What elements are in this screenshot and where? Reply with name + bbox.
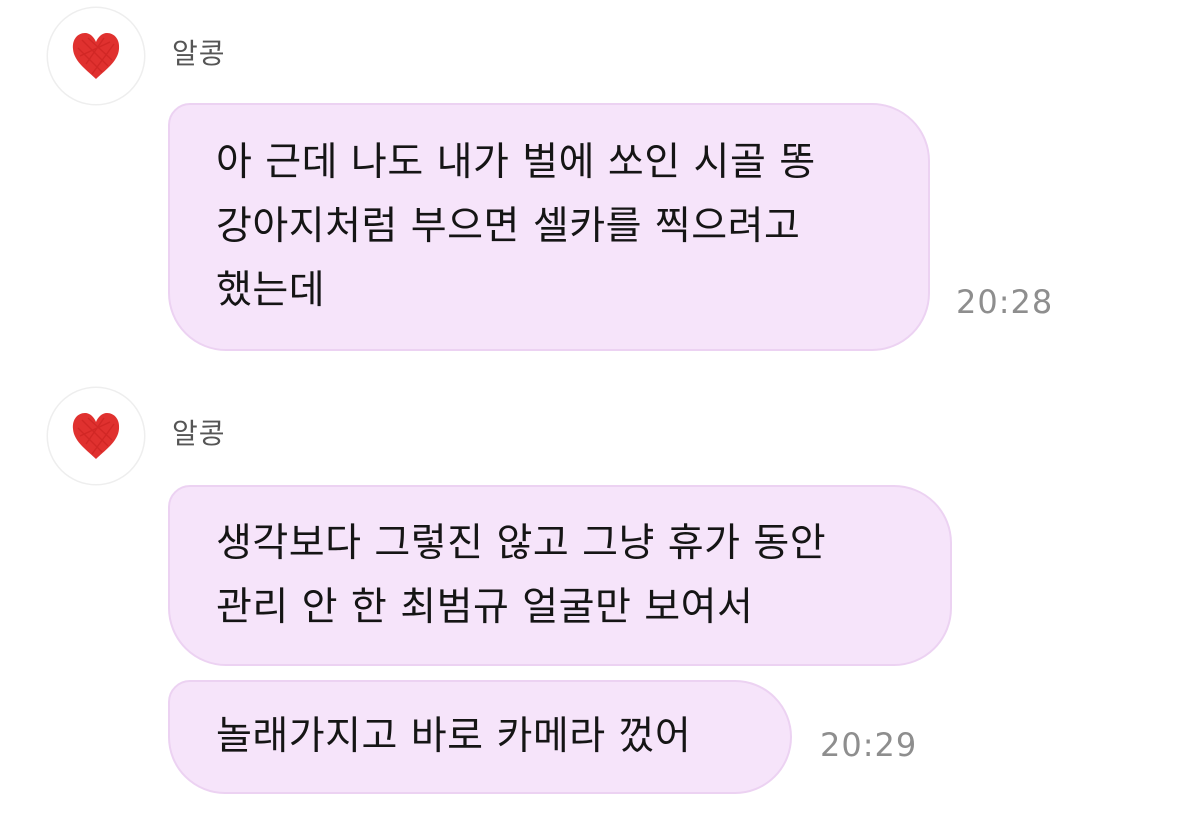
sender-avatar[interactable] [48, 388, 144, 484]
sender-name: 알콩 [172, 37, 226, 70]
sender-avatar[interactable] [48, 8, 144, 104]
sender-name: 알콩 [172, 417, 226, 450]
chat-screen: 알콩 아 근데 나도 내가 벌에 쏘인 시골 똥 강아지처럼 부으면 셀카를 찍… [0, 0, 1179, 816]
message-bubble[interactable]: 아 근데 나도 내가 벌에 쏘인 시골 똥 강아지처럼 부으면 셀카를 찍으려고… [168, 103, 930, 351]
message-bubble[interactable]: 놀래가지고 바로 카메라 껐어 [168, 680, 792, 794]
message-time: 20:29 [820, 726, 918, 764]
message-text: 놀래가지고 바로 카메라 껐어 [216, 714, 692, 759]
message-time: 20:28 [956, 283, 1054, 321]
heart-icon [72, 413, 120, 459]
message-text: 생각보다 그렇진 않고 그냥 휴가 동안 관리 안 한 최범규 얼굴만 보여서 [216, 520, 827, 630]
message-bubble[interactable]: 생각보다 그렇진 않고 그냥 휴가 동안 관리 안 한 최범규 얼굴만 보여서 [168, 485, 952, 666]
message-text: 아 근데 나도 내가 벌에 쏘인 시골 똥 강아지처럼 부으면 셀카를 찍으려고… [216, 140, 816, 313]
heart-icon [72, 33, 120, 79]
